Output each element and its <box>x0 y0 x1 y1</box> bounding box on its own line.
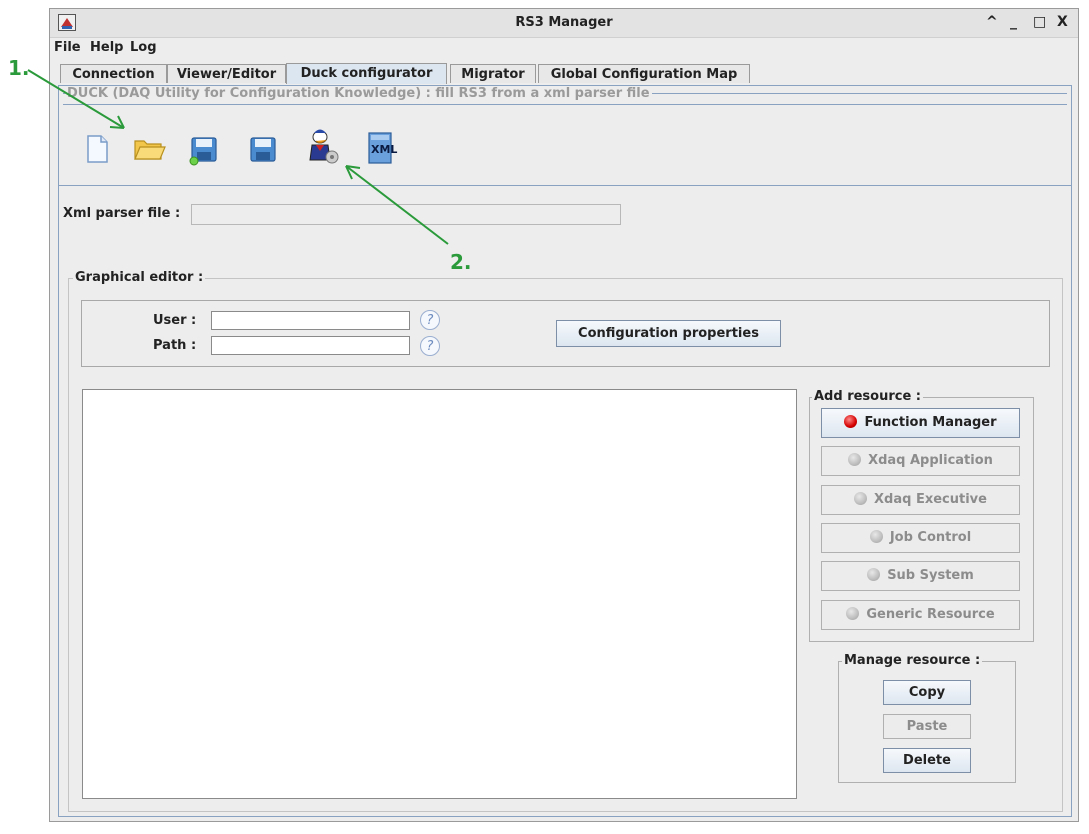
annotation-arrow-1 <box>27 69 449 245</box>
annotation-label-2: 2. <box>450 250 472 274</box>
